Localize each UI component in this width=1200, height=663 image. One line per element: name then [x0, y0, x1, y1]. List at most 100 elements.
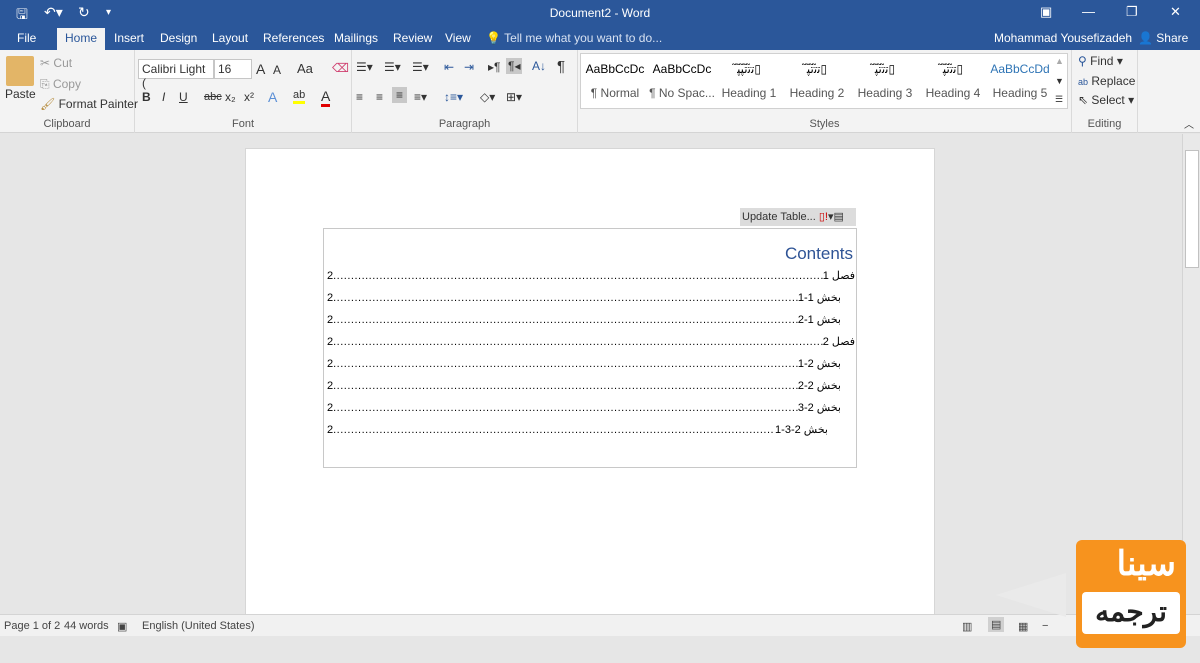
tab-design[interactable]: Design [160, 31, 197, 45]
restore-icon[interactable]: ❐ [1126, 4, 1138, 20]
ribbon-display-icon[interactable]: ▣ [1040, 4, 1052, 20]
word-count[interactable]: 44 words [64, 620, 109, 632]
paste-button[interactable]: Paste [5, 87, 36, 101]
grow-font-button[interactable]: A [256, 61, 265, 77]
tab-review[interactable]: Review [393, 31, 432, 45]
text-effects-button[interactable]: A [268, 89, 277, 105]
copy-button[interactable]: ⎘ Copy [40, 77, 81, 92]
rtl-icon[interactable]: ¶◂ [506, 58, 523, 74]
scroll-thumb[interactable] [1185, 150, 1199, 268]
shading-icon[interactable]: ◇▾ [480, 90, 495, 104]
minimize-icon[interactable]: — [1082, 4, 1095, 19]
strikethrough-button[interactable]: abc [204, 91, 222, 103]
style-heading-1[interactable]: ﺗ̃ﺗ̃ﺗ̃ﭙ̃ﭙ̃▯ Heading 1 [715, 58, 783, 100]
toc-entry[interactable]: 2.......................................… [327, 288, 841, 304]
share-button[interactable]: 👤 Share [1138, 31, 1188, 45]
tab-insert[interactable]: Insert [114, 31, 144, 45]
show-marks-button[interactable]: ¶ [557, 58, 565, 75]
numbering-icon[interactable]: ☰▾ [384, 60, 401, 74]
align-left-icon[interactable]: ≡ [356, 90, 363, 104]
line-spacing-icon[interactable]: ↕≡▾ [444, 90, 463, 104]
tell-me-search[interactable]: 💡 Tell me what you want to do... [486, 31, 662, 45]
underline-button[interactable]: U [179, 90, 188, 104]
person-icon: 👤 [1138, 31, 1153, 45]
zoom-out-icon[interactable]: − [1042, 620, 1048, 632]
web-layout-icon[interactable]: ▦ [1018, 620, 1028, 633]
window-title: Document2 - Word [549, 6, 651, 20]
toc-entry-label: فصل 1 [822, 270, 855, 282]
style-preview: ﺗ̃ﺗ̃ﺗ̃ﭙ̃▯ [874, 62, 896, 76]
font-size-select[interactable]: 16 [214, 59, 252, 79]
style-heading-5[interactable]: AaBbCcDd Heading 5 [986, 58, 1054, 100]
font-name-select[interactable]: Calibri Light ( [138, 59, 214, 90]
toc-entry[interactable]: 2.......................................… [327, 310, 841, 326]
toc-menu-icon[interactable]: ▤ [834, 211, 844, 223]
style-heading-4[interactable]: ﺗ̃ﺗ̃ﺗ̃ﭙ̃▯ Heading 4 [919, 58, 987, 100]
decrease-indent-icon[interactable]: ⇤ [444, 60, 454, 74]
gallery-down-icon[interactable]: ▼ [1055, 76, 1064, 86]
style-heading-3[interactable]: ﺗ̃ﺗ̃ﺗ̃ﭙ̃▯ Heading 3 [851, 58, 919, 100]
clipboard-group: Paste ✂ Cut ⎘ Copy 🖌 Format Painter Clip… [0, 50, 138, 133]
style-normal[interactable]: AaBbCcDc ¶ Normal [581, 58, 649, 100]
highlight-button[interactable]: ab [293, 89, 306, 104]
italic-button[interactable]: I [162, 90, 165, 104]
font-color-button[interactable]: A [321, 88, 331, 107]
toc-entry[interactable]: 2.......................................… [327, 398, 841, 414]
superscript-button[interactable]: x² [244, 90, 254, 104]
tab-home[interactable]: Home [57, 28, 106, 50]
replace-button[interactable]: ab Replace [1078, 74, 1135, 88]
justify-icon[interactable]: ≡▾ [414, 90, 427, 104]
toc-leader: ........................................… [333, 358, 798, 370]
find-button[interactable]: ⚲ Find ▾ [1078, 54, 1123, 68]
toc-entry[interactable]: 2.......................................… [327, 354, 841, 370]
gallery-up-icon[interactable]: ▲ [1055, 56, 1064, 66]
bullets-icon[interactable]: ☰▾ [356, 60, 373, 74]
format-painter-button[interactable]: 🖌 Format Painter [40, 97, 138, 111]
style-heading-2[interactable]: ﺗ̃ﺗ̃ﺗ̃ﭙ̃▯ Heading 2 [783, 58, 851, 100]
editing-label: Editing [1087, 118, 1122, 130]
font-label: Font [231, 118, 254, 130]
document-icon[interactable]: ▯! [819, 211, 828, 223]
toc-entry[interactable]: 2.......................................… [327, 266, 855, 282]
style-no-spacing[interactable]: AaBbCcDc ¶ No Spac... [648, 58, 716, 100]
change-case-button[interactable]: Aa [297, 61, 313, 76]
ribbon: Paste ✂ Cut ⎘ Copy 🖌 Format Painter Clip… [0, 50, 1200, 133]
tab-view[interactable]: View [445, 31, 471, 45]
clear-formatting-icon[interactable]: ⌫ [332, 61, 349, 75]
tab-references[interactable]: References [263, 31, 324, 45]
language[interactable]: English (United States) [142, 620, 255, 632]
style-name: Heading 3 [857, 86, 913, 100]
cursor-icon: ⇖ [1078, 93, 1089, 107]
borders-icon[interactable]: ⊞▾ [506, 90, 522, 104]
page-count[interactable]: Page 1 of 2 [4, 620, 60, 632]
read-mode-icon[interactable]: ▥ [962, 620, 972, 633]
toc-entry[interactable]: 2.......................................… [327, 332, 855, 348]
style-name: Heading 5 [992, 86, 1048, 100]
ltr-icon[interactable]: ▸¶ [488, 60, 500, 74]
watermark-logo: سینا ترجمه [1076, 540, 1186, 648]
align-right-icon[interactable]: ≡ [392, 87, 408, 103]
close-icon[interactable]: ✕ [1170, 4, 1181, 20]
update-table-button[interactable]: Update Table... [742, 211, 816, 223]
cut-button[interactable]: ✂ Cut [40, 56, 72, 70]
toc-leader: ........................................… [333, 270, 823, 282]
tab-layout[interactable]: Layout [212, 31, 248, 45]
subscript-button[interactable]: x₂ [225, 90, 236, 104]
print-layout-icon[interactable]: ▤ [988, 617, 1005, 632]
multilevel-list-icon[interactable]: ☰▾ [412, 60, 429, 74]
collapse-ribbon-icon[interactable]: ︿ [1184, 116, 1194, 131]
gallery-more-icon[interactable]: ☰ [1055, 94, 1063, 105]
toc-entry[interactable]: 2.......................................… [327, 420, 828, 436]
tab-mailings[interactable]: Mailings [334, 31, 378, 45]
user-name[interactable]: Mohammad Yousefizadeh [994, 31, 1132, 45]
proofing-icon[interactable]: ▣ [117, 620, 127, 633]
toc-entry[interactable]: 2.......................................… [327, 376, 841, 392]
select-button[interactable]: ⇖ Select ▾ [1078, 93, 1134, 107]
sort-icon[interactable]: A↓ [532, 59, 546, 73]
bold-button[interactable]: B [142, 90, 151, 104]
tab-file[interactable]: File [17, 31, 36, 45]
increase-indent-icon[interactable]: ⇥ [464, 60, 474, 74]
shrink-font-button[interactable]: A [273, 63, 281, 77]
align-center-icon[interactable]: ≡ [376, 90, 383, 104]
paste-icon[interactable] [6, 56, 34, 86]
